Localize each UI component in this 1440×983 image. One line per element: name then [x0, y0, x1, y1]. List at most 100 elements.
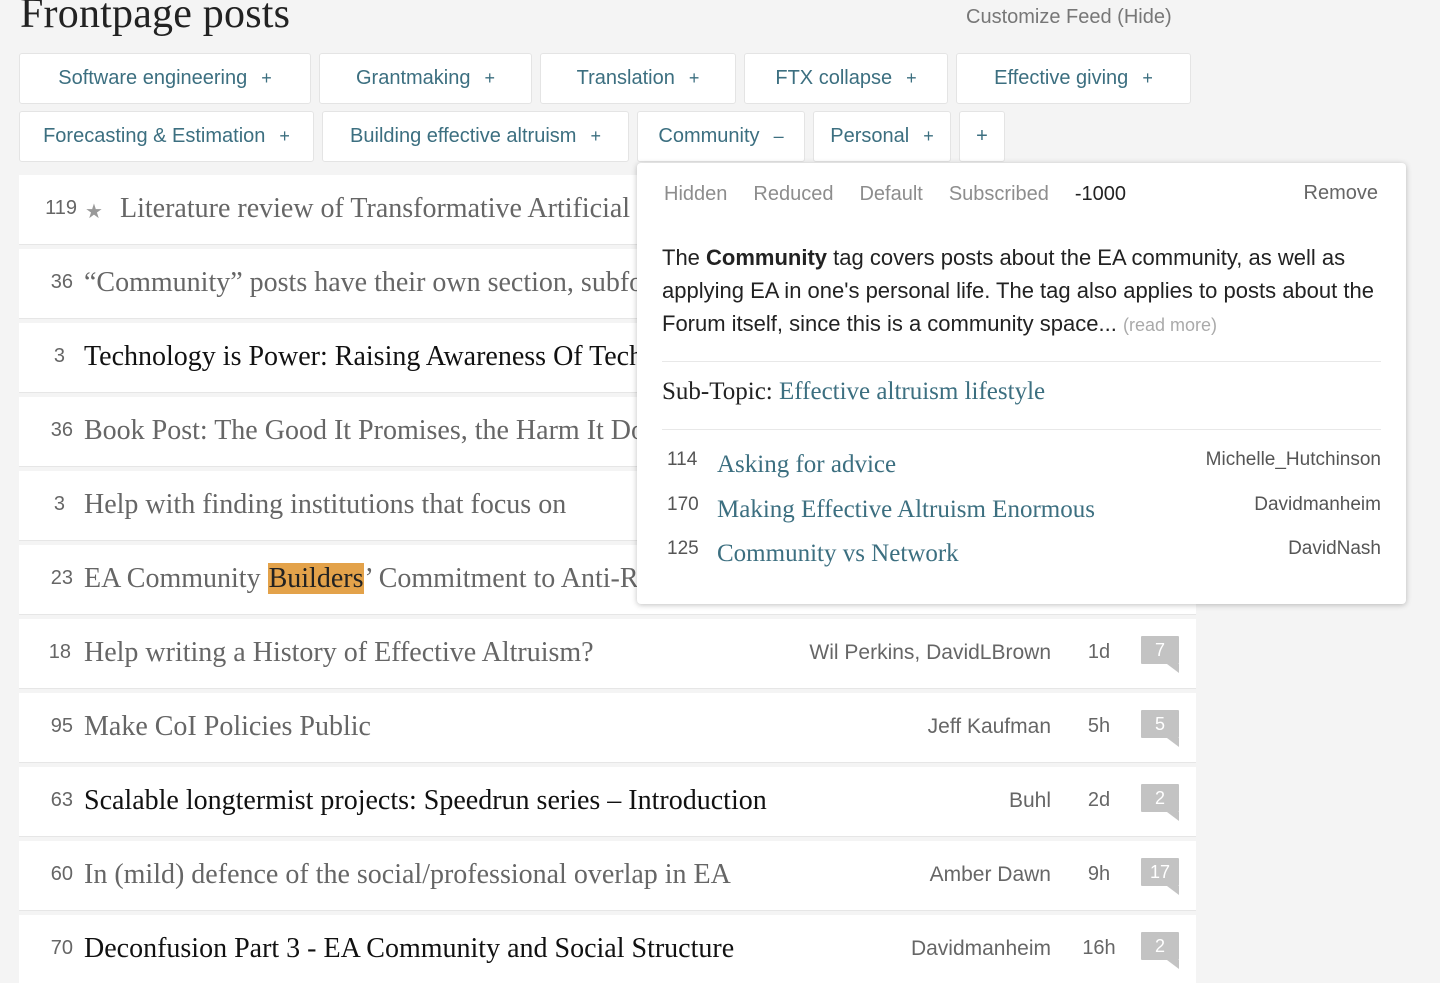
post-age: 9h — [1087, 863, 1111, 885]
search-highlight: Builders — [267, 563, 365, 594]
tag-grantmaking[interactable]: Grantmaking + — [319, 53, 532, 104]
add-tag-button[interactable]: + — [959, 111, 1005, 162]
post-karma: 3 — [53, 345, 65, 367]
tag-description: The Community tag covers posts about the… — [662, 241, 1392, 342]
plus-icon: + — [976, 125, 988, 147]
tag-plus-icon[interactable]: + — [261, 68, 272, 89]
tag-filter-row-1: Software engineering + Grantmaking + Trans… — [19, 53, 1191, 104]
tag-plus-icon[interactable]: + — [1142, 68, 1153, 89]
post-karma: 63 — [50, 789, 73, 811]
related-post-author[interactable]: Michelle_Hutchinson — [1206, 449, 1381, 471]
post-title[interactable]: Help with finding institutions that focu… — [84, 489, 640, 521]
post-age: 2d — [1087, 789, 1111, 811]
tag-effective-giving[interactable]: Effective giving + — [956, 53, 1191, 104]
related-post[interactable]: 114 Asking for advice Michelle_Hutchinso… — [662, 449, 1381, 489]
mode-reduced[interactable]: Reduced — [753, 183, 833, 206]
mode-hidden[interactable]: Hidden — [664, 183, 727, 206]
post-item[interactable]: 63 Scalable longtermist projects: Speedr… — [19, 767, 1196, 837]
read-more-link[interactable]: (read more) — [1123, 315, 1217, 335]
post-title[interactable]: Scalable longtermist projects: Speedrun … — [84, 785, 924, 817]
desc-text: The — [662, 245, 707, 270]
tag-plus-icon[interactable]: + — [906, 68, 917, 89]
post-author[interactable]: Davidmanheim — [911, 937, 1051, 961]
tag-label: Community — [658, 125, 760, 147]
tag-software-engineering[interactable]: Software engineering + — [19, 53, 311, 104]
post-item[interactable]: 95 Make CoI Policies Public Jeff Kaufman… — [19, 693, 1196, 763]
tag-plus-icon[interactable]: + — [923, 126, 934, 147]
related-post-karma: 125 — [667, 538, 699, 559]
subtopic: Sub-Topic: Effective altruism lifestyle — [662, 378, 1045, 406]
tag-forecasting-estimation[interactable]: Forecasting & Estimation + — [19, 111, 314, 162]
related-post[interactable]: 125 Community vs Network DavidNash — [662, 538, 1381, 578]
post-item[interactable]: 70 Deconfusion Part 3 - EA Community and… — [19, 915, 1196, 983]
remove-tag-button[interactable]: Remove — [1304, 182, 1378, 205]
post-karma: 95 — [50, 715, 73, 737]
post-item[interactable]: 60 In (mild) defence of the social/profe… — [19, 841, 1196, 911]
comment-count-badge[interactable]: 2 — [1141, 932, 1179, 969]
post-item[interactable]: 18 Help writing a History of Effective A… — [19, 619, 1196, 689]
post-title[interactable]: “Community” posts have their own section… — [84, 267, 640, 299]
comment-count-badge[interactable]: 7 — [1141, 636, 1179, 673]
post-author[interactable]: Wil Perkins, DavidLBrown — [809, 641, 1051, 665]
tag-filter-row-2: Forecasting & Estimation + Building effec… — [19, 111, 1005, 162]
tag-minus-icon[interactable]: – — [774, 126, 784, 147]
tag-plus-icon[interactable]: + — [484, 68, 495, 89]
filter-mode-options: Hidden Reduced Default Subscribed -1000 — [664, 183, 1126, 206]
post-title[interactable]: In (mild) defence of the social/professi… — [84, 859, 904, 891]
post-title[interactable]: Technology is Power: Raising Awareness O… — [84, 341, 640, 373]
post-title[interactable]: Make CoI Policies Public — [84, 711, 784, 743]
curated-star-icon: ★ — [85, 199, 103, 223]
post-title[interactable]: Deconfusion Part 3 - EA Community and So… — [84, 933, 884, 965]
post-age: 16h — [1082, 937, 1116, 959]
page-title: Frontpage posts — [20, 0, 291, 37]
tag-label: FTX collapse — [775, 67, 893, 89]
tag-label: Software engineering — [58, 67, 248, 89]
tag-building-effective-altruism[interactable]: Building effective altruism + — [322, 111, 629, 162]
mode-default[interactable]: Default — [859, 183, 922, 206]
related-post[interactable]: 170 Making Effective Altruism Enormous D… — [662, 494, 1381, 534]
comment-count-badge[interactable]: 17 — [1141, 858, 1179, 895]
post-author[interactable]: Jeff Kaufman — [928, 715, 1051, 739]
post-title[interactable]: Book Post: The Good It Promises, the Har… — [84, 415, 640, 447]
tag-filter-popup: Hidden Reduced Default Subscribed -1000 … — [637, 163, 1406, 604]
divider — [662, 429, 1381, 430]
post-age: 5h — [1087, 715, 1111, 737]
post-title[interactable]: Literature review of Transformative Arti… — [120, 193, 640, 225]
comment-count-badge[interactable]: 2 — [1141, 784, 1179, 821]
tag-label: Personal — [830, 125, 910, 147]
related-post-author[interactable]: Davidmanheim — [1254, 494, 1381, 516]
tag-plus-icon[interactable]: + — [279, 126, 290, 147]
related-post-author[interactable]: DavidNash — [1288, 538, 1381, 560]
tag-community[interactable]: Community – — [637, 111, 805, 162]
related-post-title[interactable]: Making Effective Altruism Enormous — [717, 496, 1095, 524]
post-title[interactable]: Help writing a History of Effective Altr… — [84, 637, 784, 669]
tag-label: Translation — [576, 67, 675, 89]
customize-feed-link[interactable]: Customize Feed (Hide) — [966, 6, 1172, 29]
tag-plus-icon[interactable]: + — [590, 126, 601, 147]
post-author[interactable]: Amber Dawn — [930, 863, 1051, 887]
tag-translation[interactable]: Translation + — [540, 53, 736, 104]
mode-subscribed[interactable]: Subscribed — [949, 183, 1049, 206]
related-post-karma: 114 — [667, 449, 698, 470]
related-post-title[interactable]: Asking for advice — [717, 451, 896, 479]
post-title-text: EA Community — [84, 563, 268, 594]
post-karma: 36 — [50, 271, 73, 293]
subtopic-label: Sub-Topic: — [662, 378, 779, 405]
related-post-title[interactable]: Community vs Network — [717, 540, 959, 568]
post-author[interactable]: Buhl — [1009, 789, 1051, 813]
subtopic-link[interactable]: Effective altruism lifestyle — [779, 378, 1045, 405]
post-title-text: ’ Commitment to Anti-Racism — [364, 563, 640, 594]
divider — [662, 361, 1381, 362]
tag-ftx-collapse[interactable]: FTX collapse + — [744, 53, 948, 104]
post-title[interactable]: EA Community Builders’ Commitment to Ant… — [84, 563, 640, 595]
mode-custom-value[interactable]: -1000 — [1075, 183, 1126, 206]
post-karma: 36 — [50, 419, 73, 441]
tag-label: Forecasting & Estimation — [43, 125, 266, 147]
related-post-karma: 170 — [667, 494, 699, 515]
post-karma: 119 — [45, 197, 77, 219]
comment-count-badge[interactable]: 5 — [1141, 710, 1179, 747]
tag-plus-icon[interactable]: + — [689, 68, 700, 89]
tag-personal[interactable]: Personal + — [813, 111, 951, 162]
post-karma: 70 — [50, 937, 73, 959]
post-karma: 3 — [53, 493, 65, 515]
